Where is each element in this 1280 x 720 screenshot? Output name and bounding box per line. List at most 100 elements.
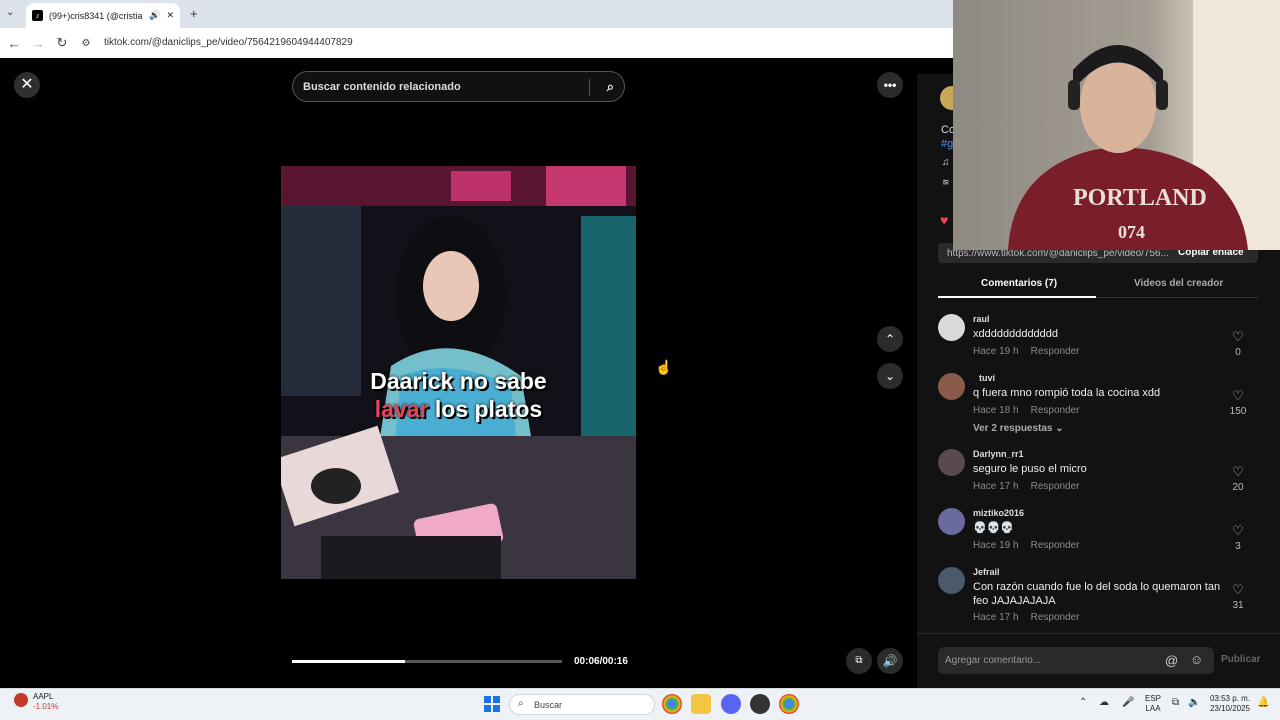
reply-button[interactable]: Responder xyxy=(1031,612,1080,623)
stock-alert-icon xyxy=(14,693,28,707)
tray-cloud-icon[interactable]: ☁ xyxy=(1099,697,1109,708)
comment-like[interactable]: ♡ 0 xyxy=(1226,329,1250,358)
more-options-button[interactable]: ••• xyxy=(877,72,903,98)
avatar[interactable] xyxy=(938,449,965,476)
search-placeholder: Buscar contenido relacionado xyxy=(303,80,461,93)
clock-date: 23/10/2025 xyxy=(1209,704,1250,713)
lang-line-1: ESP xyxy=(1145,694,1162,703)
comment-item: Darlynn_rr1 seguro le puso el micro Hace… xyxy=(938,449,1258,499)
notification-icon[interactable]: 🔔 xyxy=(1257,697,1269,708)
reply-button[interactable]: Responder xyxy=(1031,405,1080,416)
tray-mic-icon[interactable]: 🎤 xyxy=(1122,697,1134,708)
reply-button[interactable]: Responder xyxy=(1031,346,1080,357)
avatar[interactable] xyxy=(938,373,965,400)
tray-network-icon[interactable]: ⧉ xyxy=(1172,697,1179,708)
close-video-button[interactable]: ✕ xyxy=(14,72,40,98)
tab-comments[interactable]: Comentarios (7) xyxy=(981,278,1057,289)
tab-audio-icon[interactable]: 🔊 xyxy=(149,10,160,21)
discord-icon[interactable] xyxy=(721,694,741,714)
webcam-overlay: PORTLAND 074 xyxy=(953,0,1280,250)
stock-change: -1.01% xyxy=(33,702,59,711)
taskbar-search[interactable]: ⌕ Buscar xyxy=(509,694,655,715)
comment-text: seguro le puso el micro xyxy=(973,463,1087,475)
search-divider xyxy=(589,79,590,96)
comment-time: Hace 17 h xyxy=(973,612,1019,623)
chrome-alt-icon[interactable] xyxy=(779,694,799,714)
avatar[interactable] xyxy=(938,314,965,341)
like-count: 20 xyxy=(1232,482,1244,493)
volume-button[interactable]: 🔊 xyxy=(877,648,903,674)
comment-username[interactable]: Darlynn_rr1 xyxy=(973,449,1024,459)
comment-like[interactable]: ♡ 20 xyxy=(1226,464,1250,493)
chrome-icon[interactable] xyxy=(662,694,682,714)
comment-username[interactable]: raul xyxy=(973,314,990,324)
comment-text: Con razón cuando fue lo del soda lo quem… xyxy=(973,581,1221,607)
caption-rest: los platos xyxy=(428,396,543,422)
tab-close-icon[interactable]: ✕ xyxy=(166,10,174,21)
pip-button[interactable]: ⧉ xyxy=(846,648,872,674)
mention-icon[interactable]: @ xyxy=(1165,653,1178,668)
comment-username[interactable]: miztiko2016 xyxy=(973,508,1024,518)
reply-button[interactable]: Responder xyxy=(1031,481,1080,492)
view-replies-link[interactable]: Ver 2 respuestas ⌄ xyxy=(973,423,1064,434)
reload-icon[interactable]: ↻ xyxy=(50,35,74,51)
clock-time: 03:53 p. m. xyxy=(1209,694,1250,703)
search-icon[interactable]: ⌕ xyxy=(607,79,614,95)
forward-icon[interactable]: → xyxy=(26,36,50,51)
windows-start-icon[interactable] xyxy=(484,696,500,712)
tab-list-chevron-icon[interactable]: ⌄ xyxy=(6,7,14,18)
avatar[interactable] xyxy=(938,567,965,594)
comment-meta: Hace 17 h Responder xyxy=(973,481,1092,492)
caption-line-1: Daarick no sabe xyxy=(370,368,547,394)
file-explorer-icon[interactable] xyxy=(691,694,711,714)
comment-text: xddddddddddddd xyxy=(973,328,1059,340)
caption-red-word: lavar xyxy=(374,396,429,422)
publish-button[interactable]: Publicar xyxy=(1221,654,1260,665)
previous-video-button[interactable]: ⌃ xyxy=(877,326,903,352)
comment-username[interactable]: Jefrail xyxy=(973,567,1000,577)
tray-volume-icon[interactable]: 🔈 xyxy=(1188,697,1200,708)
heart-outline-icon[interactable]: ♡ xyxy=(1226,523,1250,539)
like-count: 0 xyxy=(1235,347,1241,358)
comment-time: Hace 17 h xyxy=(973,481,1019,492)
progress-bar[interactable] xyxy=(292,660,562,663)
video-player[interactable]: Daarick no sabe lavar los platos xyxy=(281,166,636,579)
comment-time: Hace 19 h xyxy=(973,346,1019,357)
app-icon[interactable] xyxy=(750,694,770,714)
url-text[interactable]: tiktok.com/@daniclips_pe/video/756421960… xyxy=(104,37,353,48)
comment-like[interactable]: ♡ 3 xyxy=(1226,523,1250,552)
tiktok-favicon-icon: ♪ xyxy=(32,10,43,21)
heart-outline-icon[interactable]: ♡ xyxy=(1226,464,1250,480)
tab-creator-videos[interactable]: Videos del creador xyxy=(1134,278,1223,289)
lang-line-2: LAA xyxy=(1145,704,1161,713)
new-tab-button[interactable]: + xyxy=(190,6,198,21)
comment-like[interactable]: ♡ 150 xyxy=(1226,388,1250,417)
music-icon: ♫ xyxy=(942,157,950,168)
emoji-icon[interactable]: ☺ xyxy=(1190,652,1203,667)
language-indicator[interactable]: ESP LAA xyxy=(1145,694,1161,714)
comment-username[interactable]: tuvi xyxy=(979,373,995,383)
back-icon[interactable]: ← xyxy=(2,36,26,51)
like-count: 150 xyxy=(1229,406,1247,417)
like-heart-icon[interactable]: ♥ xyxy=(940,212,948,228)
active-tab-indicator xyxy=(938,296,1096,298)
heart-outline-icon[interactable]: ♡ xyxy=(1226,329,1250,345)
clock[interactable]: 03:53 p. m. 23/10/2025 xyxy=(1208,694,1250,714)
related-search-input[interactable]: Buscar contenido relacionado ⌕ xyxy=(292,71,625,102)
svg-text:074: 074 xyxy=(1118,222,1145,242)
next-video-button[interactable]: ⌄ xyxy=(877,363,903,389)
comment-time: Hace 19 h xyxy=(973,540,1019,551)
heart-outline-icon[interactable]: ♡ xyxy=(1226,582,1250,598)
tray-chevron-icon[interactable]: ⌃ xyxy=(1079,697,1087,708)
site-info-icon[interactable]: ⚙ xyxy=(74,38,98,49)
avatar[interactable] xyxy=(938,508,965,535)
comment-item: tuvi q fuera mno rompió toda la cocina x… xyxy=(938,373,1258,443)
comments-tabs: Comentarios (7) Videos del creador xyxy=(938,272,1258,298)
reply-button[interactable]: Responder xyxy=(1031,540,1080,551)
comment-text: 💀💀💀 xyxy=(973,522,1015,534)
hashtag-partial[interactable]: #g xyxy=(941,138,953,150)
heart-outline-icon[interactable]: ♡ xyxy=(1226,388,1250,404)
comment-like[interactable]: ♡ 31 xyxy=(1226,582,1250,611)
comment-time: Hace 18 h xyxy=(973,405,1019,416)
browser-tab[interactable]: ♪ (99+)cris8341 (@cristian8 🔊 ✕ xyxy=(26,3,180,28)
